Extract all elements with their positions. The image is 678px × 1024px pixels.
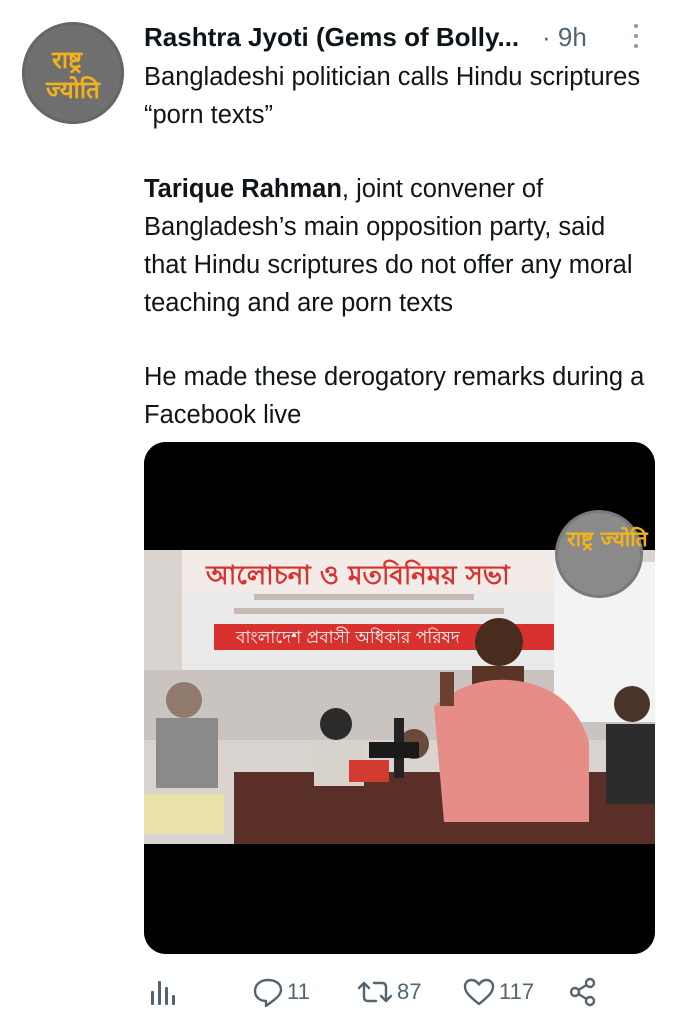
tweet-header: Rashtra Jyoti (Gems of Bolly... · 9h	[144, 18, 664, 58]
avatar[interactable]: राष्ट्र ज्योति	[22, 22, 124, 124]
tweet-closing: He made these derogatory remarks during …	[144, 363, 645, 429]
like-button[interactable]: 117	[462, 975, 534, 1009]
reply-icon	[253, 978, 283, 1007]
mentioned-name: Tarique Rahman	[144, 175, 342, 203]
watermark-logo: राष्ट्र ज्योति	[566, 526, 649, 551]
retweet-button[interactable]: 87	[356, 975, 421, 1009]
retweet-icon	[357, 981, 393, 1003]
tweet-text: Bangladeshi politician calls Hindu scrip…	[144, 58, 654, 470]
tweet-paragraph: Tarique Rahman, joint convener of Bangla…	[144, 170, 654, 322]
like-count: 117	[499, 979, 535, 1004]
share-button[interactable]	[568, 975, 598, 1009]
reply-count: 11	[287, 979, 310, 1004]
tweet-actions: 11 87 117	[144, 975, 664, 1009]
heart-icon	[463, 978, 495, 1006]
author-name[interactable]: Rashtra Jyoti (Gems of Bolly...	[144, 22, 519, 53]
banner-subtitle: বাংলাদেশ প্রবাসী অধিকার পরিষদ	[235, 627, 461, 648]
tweet-time[interactable]: 9h	[558, 22, 587, 52]
bar-chart-icon	[151, 981, 175, 1005]
meta-separator: ·	[542, 22, 551, 52]
svg-text:ज्योति: ज्योति	[45, 76, 101, 104]
reply-button[interactable]: 11	[252, 975, 310, 1009]
tweet[interactable]: राष्ट्र ज्योति Rashtra Jyoti (Gems of Bo…	[0, 0, 678, 1024]
views-button[interactable]	[148, 975, 176, 1009]
banner-title: আলোচনা ও মতবিনিময় সভা	[205, 559, 511, 591]
svg-text:राष्ट्र: राष्ट्र	[51, 46, 83, 74]
tweet-headline: Bangladeshi politician calls Hindu scrip…	[144, 63, 641, 129]
media-video[interactable]: আলোচনা ও মতবিনিময় সভা বাংলাদেশ প্রবাসী …	[144, 442, 655, 954]
more-options-icon[interactable]	[630, 24, 642, 52]
share-icon	[569, 977, 596, 1007]
tweet-meta: · 9h	[542, 22, 587, 53]
retweet-count: 87	[397, 979, 422, 1004]
